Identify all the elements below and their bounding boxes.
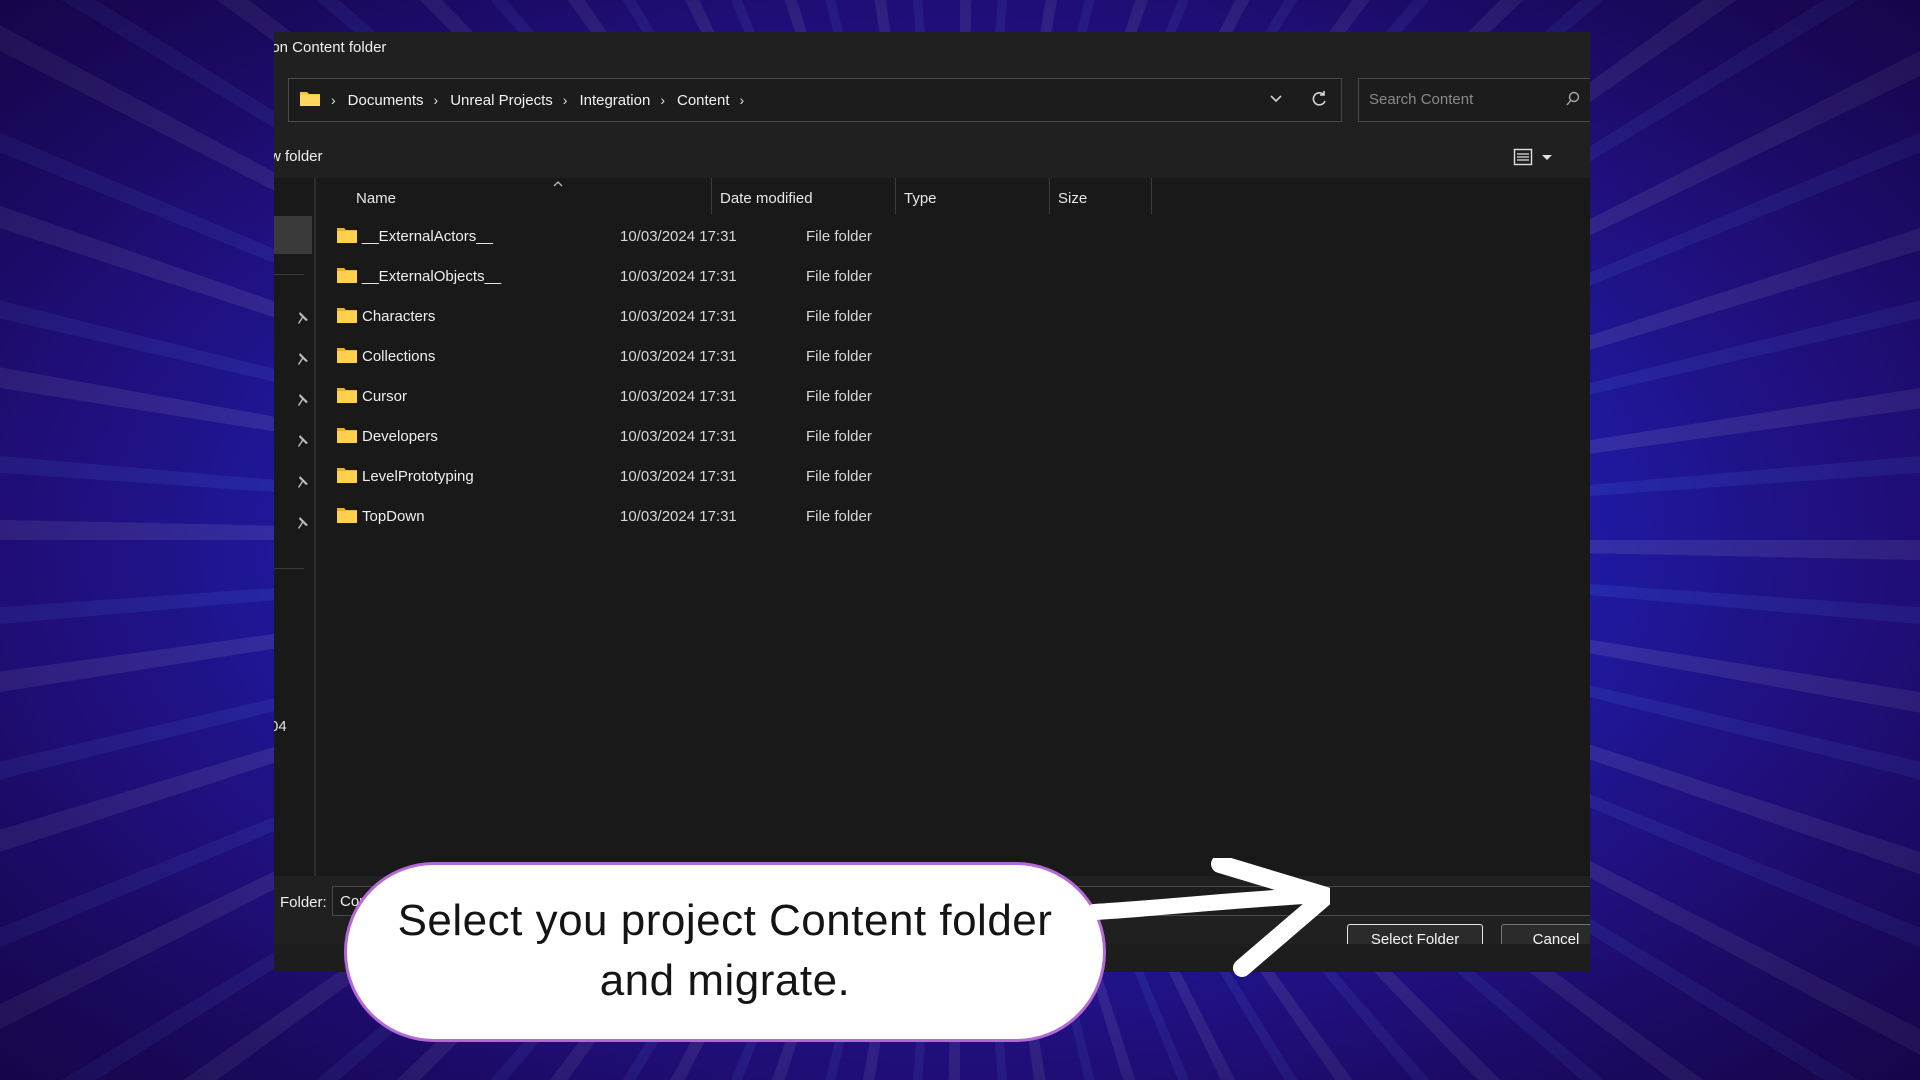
folder-field-label: Folder:: [280, 894, 327, 911]
file-type: File folder: [806, 508, 872, 525]
callout-line-2: and migrate.: [599, 956, 851, 1005]
folder-icon: [299, 89, 321, 111]
file-date: 10/03/2024 17:31: [620, 308, 737, 325]
column-header-size[interactable]: Size: [1050, 178, 1152, 214]
breadcrumb-documents[interactable]: Documents: [348, 92, 424, 109]
new-folder-button[interactable]: w folder: [274, 148, 323, 165]
pin-icon[interactable]: [294, 474, 310, 490]
chevron-down-icon[interactable]: [1269, 91, 1283, 109]
file-type: File folder: [806, 428, 872, 445]
file-name: Developers: [362, 428, 438, 445]
list-item[interactable]: LevelPrototyping 10/03/2024 17:31 File f…: [332, 458, 1232, 494]
navigation-pane: 04: [274, 178, 316, 876]
instruction-callout: Select you project Content folder and mi…: [344, 862, 1106, 1042]
chevron-right-icon[interactable]: ›: [563, 92, 568, 108]
chevron-right-icon[interactable]: ›: [740, 92, 745, 108]
file-type: File folder: [806, 388, 872, 405]
divider: [274, 568, 304, 569]
list-item[interactable]: Characters 10/03/2024 17:31 File folder: [332, 298, 1232, 334]
column-header-type[interactable]: Type: [896, 178, 1050, 214]
toolbar: w folder: [274, 136, 1590, 178]
nav-selected-item[interactable]: [274, 216, 312, 254]
divider: [274, 274, 304, 275]
file-date: 10/03/2024 17:31: [620, 228, 737, 245]
column-header-name[interactable]: Name: [318, 178, 712, 214]
file-date: 10/03/2024 17:31: [620, 428, 737, 445]
list-item[interactable]: Developers 10/03/2024 17:31 File folder: [332, 418, 1232, 454]
file-date: 10/03/2024 17:31: [620, 388, 737, 405]
column-header-date[interactable]: Date modified: [712, 178, 896, 214]
pin-icon[interactable]: [294, 351, 310, 367]
folder-icon: [336, 266, 358, 288]
select-folder-dialog: ion Content folder › Documents › Unreal …: [274, 32, 1590, 972]
column-header-label: Name: [356, 190, 397, 207]
details-view-icon[interactable]: [1513, 147, 1533, 172]
list-item[interactable]: TopDown 10/03/2024 17:31 File folder: [332, 498, 1232, 534]
file-type: File folder: [806, 348, 872, 365]
file-date: 10/03/2024 17:31: [620, 468, 737, 485]
folder-icon: [336, 226, 358, 248]
refresh-icon[interactable]: [1309, 89, 1329, 113]
folder-icon: [336, 386, 358, 408]
pin-icon[interactable]: [294, 310, 310, 326]
chevron-right-icon[interactable]: ›: [660, 92, 665, 108]
search-input[interactable]: Search Content: [1358, 78, 1590, 122]
file-name: Characters: [362, 308, 436, 325]
file-name: Cursor: [362, 388, 408, 405]
file-name: Collections: [362, 348, 436, 365]
file-date: 10/03/2024 17:31: [620, 348, 737, 365]
file-type: File folder: [806, 268, 872, 285]
breadcrumb-content[interactable]: Content: [677, 92, 730, 109]
list-item[interactable]: __ExternalObjects__ 10/03/2024 17:31 Fil…: [332, 258, 1232, 294]
folder-icon: [336, 306, 358, 328]
breadcrumb-integration[interactable]: Integration: [579, 92, 650, 109]
chevron-down-icon[interactable]: [1540, 147, 1554, 172]
file-name: __ExternalObjects__: [362, 268, 502, 285]
list-item[interactable]: Collections 10/03/2024 17:31 File folder: [332, 338, 1232, 374]
sort-ascending-icon: [552, 176, 564, 193]
window-title: ion Content folder: [274, 39, 387, 56]
file-date: 10/03/2024 17:31: [620, 268, 737, 285]
address-bar[interactable]: › Documents › Unreal Projects › Integrat…: [288, 78, 1342, 122]
pin-icon[interactable]: [294, 392, 310, 408]
search-placeholder: Search Content: [1369, 91, 1474, 108]
breadcrumb-unreal-projects[interactable]: Unreal Projects: [450, 92, 553, 109]
chevron-right-icon: ›: [331, 92, 336, 108]
list-item[interactable]: Cursor 10/03/2024 17:31 File folder: [332, 378, 1232, 414]
callout-line-1: Select you project Content folder: [397, 896, 1053, 945]
file-name: __ExternalActors__: [362, 228, 493, 245]
folder-icon: [336, 466, 358, 488]
folder-icon: [336, 426, 358, 448]
file-type: File folder: [806, 308, 872, 325]
folder-icon: [336, 506, 358, 528]
column-header-row: Name Date modified Type Size: [318, 178, 1590, 216]
file-list: Name Date modified Type Size __ExternalA…: [318, 178, 1590, 876]
nav-item-label[interactable]: 04: [274, 718, 287, 735]
file-type: File folder: [806, 468, 872, 485]
pin-icon[interactable]: [294, 433, 310, 449]
file-name: LevelPrototyping: [362, 468, 474, 485]
pin-icon[interactable]: [294, 515, 310, 531]
list-item[interactable]: __ExternalActors__ 10/03/2024 17:31 File…: [332, 218, 1232, 254]
file-date: 10/03/2024 17:31: [620, 508, 737, 525]
arrow-icon: [1090, 858, 1330, 977]
search-icon[interactable]: [1565, 91, 1581, 111]
folder-icon: [336, 346, 358, 368]
chevron-right-icon[interactable]: ›: [434, 92, 439, 108]
file-type: File folder: [806, 228, 872, 245]
title-bar: ion Content folder: [274, 32, 1590, 64]
address-row: › Documents › Unreal Projects › Integrat…: [274, 64, 1590, 136]
file-name: TopDown: [362, 508, 425, 525]
